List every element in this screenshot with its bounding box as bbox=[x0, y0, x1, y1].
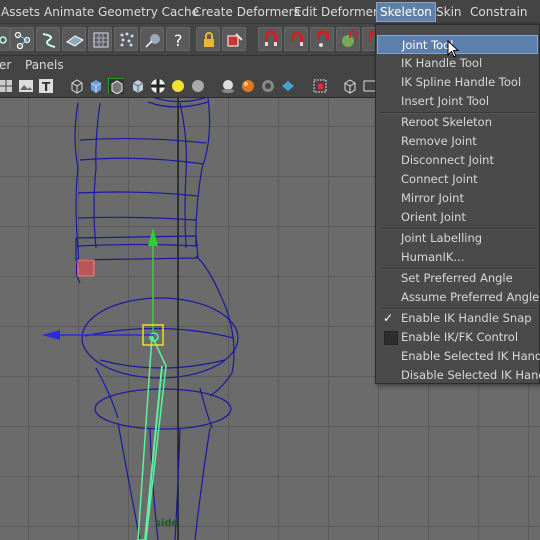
grid-icon[interactable] bbox=[0, 78, 14, 94]
ik-handle-icon[interactable] bbox=[10, 27, 34, 51]
motion-blur-icon[interactable] bbox=[280, 78, 296, 94]
menu-item-enable-ik-fk-control[interactable]: Enable IK/FK Control bbox=[377, 328, 538, 347]
menu-item-reroot-skeleton[interactable]: Reroot Skeleton bbox=[377, 113, 538, 132]
resolution-gate-icon[interactable] bbox=[342, 78, 358, 94]
xray-icon[interactable] bbox=[220, 78, 236, 94]
textured-cube-icon[interactable] bbox=[130, 78, 146, 94]
menu-item-remove-joint[interactable]: Remove Joint bbox=[377, 132, 538, 151]
magnet-icon[interactable] bbox=[258, 27, 282, 51]
magnet-icon[interactable] bbox=[284, 27, 308, 51]
plane-icon[interactable] bbox=[62, 27, 86, 51]
menu-assets[interactable]: Assets bbox=[0, 3, 43, 21]
svg-text:?: ? bbox=[174, 31, 183, 50]
isolate-select-icon[interactable] bbox=[312, 78, 328, 94]
cluster-icon[interactable] bbox=[114, 27, 138, 51]
wireframe-cube-icon[interactable] bbox=[69, 78, 85, 94]
menu-item-set-preferred-angle[interactable]: Set Preferred Angle bbox=[377, 269, 538, 288]
help-icon[interactable]: ? bbox=[166, 27, 190, 51]
menu-item-enable-ik-handle-snap[interactable]: ✓ Enable IK Handle Snap bbox=[377, 309, 538, 328]
menu-item-disable-selected-ik-handles[interactable]: Disable Selected IK Handles bbox=[377, 366, 540, 385]
menu-constrain[interactable]: Constrain bbox=[467, 3, 531, 21]
checker-icon[interactable] bbox=[150, 78, 166, 94]
wire-icon[interactable] bbox=[140, 27, 164, 51]
joint-tool-icon[interactable] bbox=[0, 27, 10, 51]
menu-item-disconnect-joint[interactable]: Disconnect Joint bbox=[377, 151, 538, 170]
leg-wireframe bbox=[74, 98, 239, 540]
menu-item-joint-labelling[interactable]: Joint Labelling bbox=[377, 229, 538, 248]
shaded-cube-icon[interactable] bbox=[88, 78, 104, 94]
shadow-icon[interactable] bbox=[190, 78, 206, 94]
menu-item-humanik[interactable]: HumanIK... bbox=[377, 248, 538, 267]
ambient-occlusion-icon[interactable] bbox=[260, 78, 276, 94]
menu-item-enable-selected-ik-handles[interactable]: Enable Selected IK Handles bbox=[377, 347, 540, 366]
lock-icon[interactable] bbox=[196, 27, 220, 51]
light-icon[interactable] bbox=[170, 78, 186, 94]
menu-edit-deformers[interactable]: Edit Deformers bbox=[291, 3, 387, 21]
magnet-icon[interactable] bbox=[310, 27, 334, 51]
panel-menu-renderer[interactable]: er bbox=[0, 58, 11, 72]
checkmark-icon: ✓ bbox=[383, 311, 394, 325]
camera-label: side bbox=[155, 518, 179, 529]
skeleton-menu-dropdown: Joint Tool IK Handle Tool IK Spline Hand… bbox=[375, 24, 540, 384]
menu-item-mirror-joint[interactable]: Mirror Joint bbox=[377, 189, 538, 208]
wireframe-on-shaded-icon[interactable] bbox=[108, 78, 124, 94]
menu-animate[interactable]: Animate bbox=[41, 3, 97, 21]
menu-skin[interactable]: Skin bbox=[433, 3, 465, 21]
panel-menu-panels[interactable]: Panels bbox=[25, 58, 64, 72]
text-icon[interactable]: T bbox=[38, 78, 54, 94]
menu-item-orient-joint[interactable]: Orient Joint bbox=[377, 208, 538, 227]
sphere-magnet-icon[interactable] bbox=[336, 27, 360, 51]
menu-item-insert-joint-tool[interactable]: Insert Joint Tool bbox=[377, 92, 538, 111]
menu-geometry-cache[interactable]: Geometry Cache bbox=[95, 3, 202, 21]
menu-item-ik-spline-handle-tool[interactable]: IK Spline Handle Tool bbox=[377, 73, 538, 92]
menu-item-connect-joint[interactable]: Connect Joint bbox=[377, 170, 538, 189]
lattice-icon[interactable] bbox=[88, 27, 112, 51]
image-plane-icon[interactable] bbox=[18, 78, 34, 94]
ik-spline-icon[interactable] bbox=[36, 27, 60, 51]
checkbox-unchecked-icon bbox=[384, 331, 398, 345]
joint-bone bbox=[137, 332, 167, 540]
svg-text:T: T bbox=[42, 80, 51, 94]
mouse-cursor-icon bbox=[447, 40, 460, 58]
menu-skeleton[interactable]: Skeleton bbox=[376, 2, 436, 22]
material-sphere-icon[interactable] bbox=[240, 78, 256, 94]
menu-item-assume-preferred-angle[interactable]: Assume Preferred Angle bbox=[377, 288, 539, 307]
paint-icon[interactable] bbox=[222, 27, 246, 51]
menu-create-deformers[interactable]: Create Deformers bbox=[190, 3, 303, 21]
locator-square bbox=[77, 259, 95, 277]
main-menu-bar: Assets Animate Geometry Cache Create Def… bbox=[0, 0, 540, 24]
